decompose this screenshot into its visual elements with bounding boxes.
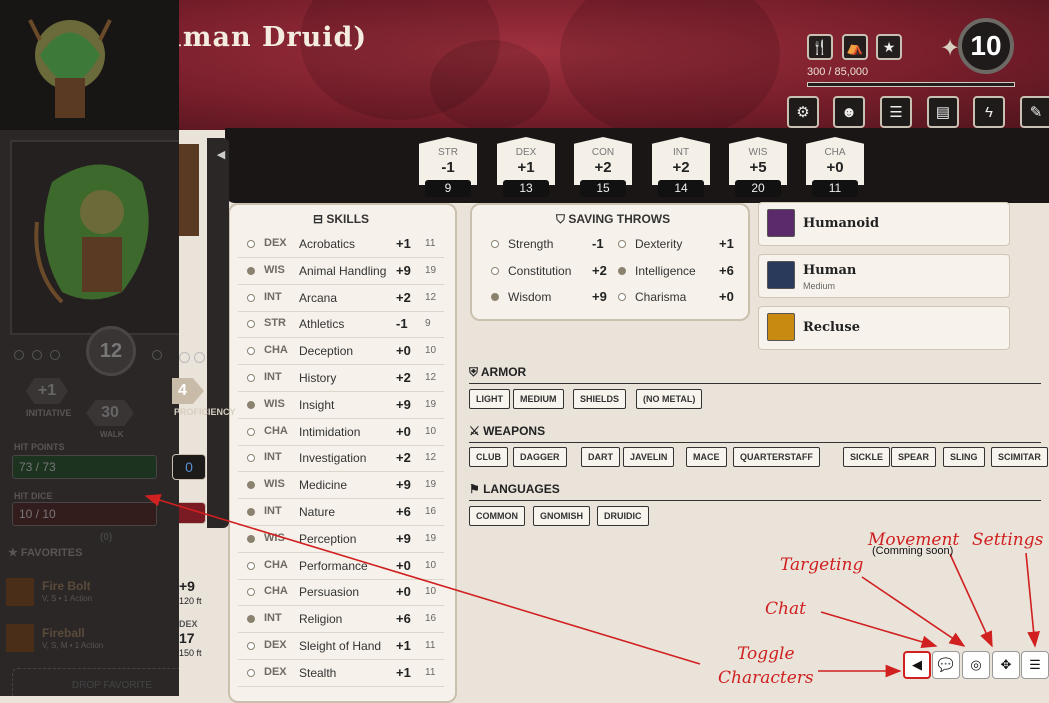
annotation-chat: Chat bbox=[765, 599, 806, 619]
annotation-characters: Characters bbox=[718, 668, 814, 688]
annotation-movement-sub: (Comming soon) bbox=[872, 545, 954, 557]
annotation-settings: Settings bbox=[972, 530, 1044, 550]
annotation-toggle: Toggle bbox=[737, 644, 795, 664]
annotation-arrows bbox=[144, 494, 1040, 678]
annotation-targeting: Targeting bbox=[780, 555, 864, 575]
